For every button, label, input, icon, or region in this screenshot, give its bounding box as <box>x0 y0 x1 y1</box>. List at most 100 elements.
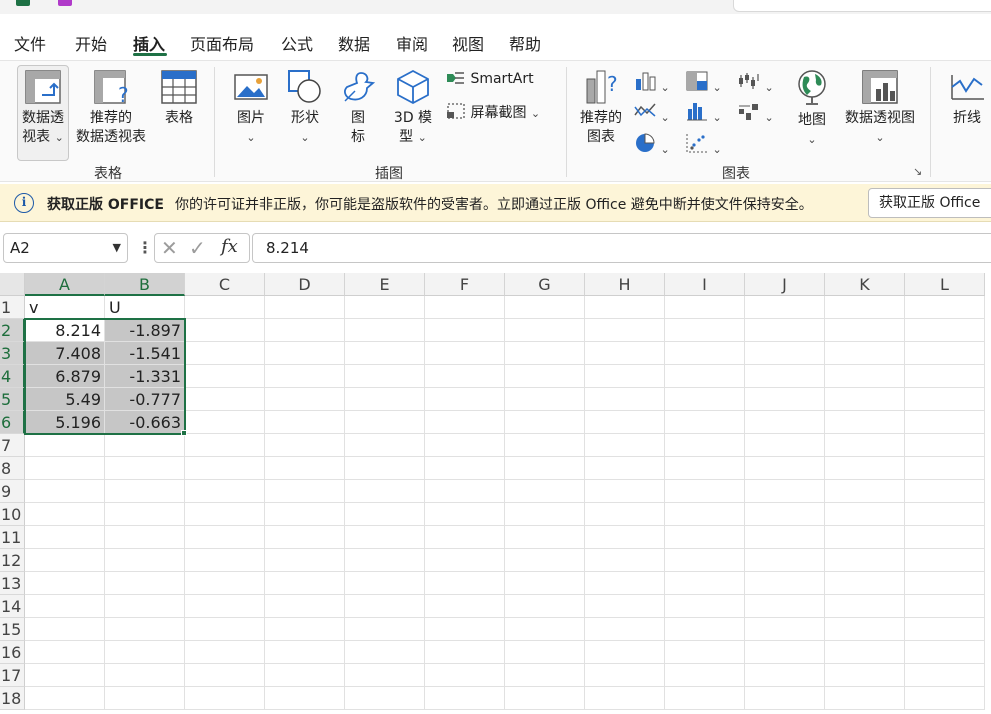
cell-b15[interactable] <box>105 618 185 641</box>
cell-i8[interactable] <box>665 457 745 480</box>
cell-d17[interactable] <box>265 664 345 687</box>
cell-d6[interactable] <box>265 411 345 434</box>
cell-e4[interactable] <box>345 365 425 388</box>
cell-f12[interactable] <box>425 549 505 572</box>
cell-d1[interactable] <box>265 296 345 319</box>
cell-a4[interactable]: 6.879 <box>25 365 105 388</box>
cell-b12[interactable] <box>105 549 185 572</box>
cell-g5[interactable] <box>505 388 585 411</box>
cell-h18[interactable] <box>585 687 665 710</box>
cell-d18[interactable] <box>265 687 345 710</box>
get-genuine-office-button[interactable]: 获取正版 Office <box>868 188 991 218</box>
cell-l1[interactable] <box>905 296 985 319</box>
cell-e2[interactable] <box>345 319 425 342</box>
cell-i17[interactable] <box>665 664 745 687</box>
cell-a2[interactable]: 8.214 <box>25 319 105 342</box>
column-header-j[interactable]: J <box>745 273 825 296</box>
cell-b9[interactable] <box>105 480 185 503</box>
cell-k1[interactable] <box>825 296 905 319</box>
row-header-3[interactable]: 3 <box>0 342 25 365</box>
cell-a8[interactable] <box>25 457 105 480</box>
cell-k14[interactable] <box>825 595 905 618</box>
cell-k7[interactable] <box>825 434 905 457</box>
cell-g2[interactable] <box>505 319 585 342</box>
cell-l6[interactable] <box>905 411 985 434</box>
cell-d11[interactable] <box>265 526 345 549</box>
cell-c12[interactable] <box>185 549 265 572</box>
cell-j4[interactable] <box>745 365 825 388</box>
combo-chart-button[interactable]: ⌄ <box>738 101 778 127</box>
cell-j10[interactable] <box>745 503 825 526</box>
column-header-g[interactable]: G <box>505 273 585 296</box>
cell-h6[interactable] <box>585 411 665 434</box>
fill-handle[interactable] <box>181 430 187 436</box>
cell-f9[interactable] <box>425 480 505 503</box>
cell-b18[interactable] <box>105 687 185 710</box>
cell-a11[interactable] <box>25 526 105 549</box>
cell-f4[interactable] <box>425 365 505 388</box>
row-header-10[interactable]: 10 <box>0 503 25 526</box>
cell-f18[interactable] <box>425 687 505 710</box>
cell-b2[interactable]: -1.897 <box>105 319 185 342</box>
cell-j14[interactable] <box>745 595 825 618</box>
cell-g10[interactable] <box>505 503 585 526</box>
cell-e8[interactable] <box>345 457 425 480</box>
cell-b7[interactable] <box>105 434 185 457</box>
column-header-b[interactable]: B <box>105 273 185 296</box>
cell-c10[interactable] <box>185 503 265 526</box>
cell-k16[interactable] <box>825 641 905 664</box>
cell-g11[interactable] <box>505 526 585 549</box>
cell-i10[interactable] <box>665 503 745 526</box>
cell-e16[interactable] <box>345 641 425 664</box>
cell-d4[interactable] <box>265 365 345 388</box>
pictures-button[interactable]: 图片 ⌄ <box>230 69 272 147</box>
cell-g8[interactable] <box>505 457 585 480</box>
cell-l17[interactable] <box>905 664 985 687</box>
cell-f1[interactable] <box>425 296 505 319</box>
cell-i2[interactable] <box>665 319 745 342</box>
quick-access-icon[interactable] <box>58 0 72 6</box>
line-chart-button[interactable]: ⌄ <box>634 101 674 127</box>
cell-h7[interactable] <box>585 434 665 457</box>
cell-a6[interactable]: 5.196 <box>25 411 105 434</box>
cell-l2[interactable] <box>905 319 985 342</box>
row-header-1[interactable]: 1 <box>0 296 25 319</box>
cell-e10[interactable] <box>345 503 425 526</box>
row-header-13[interactable]: 13 <box>0 572 25 595</box>
cell-b17[interactable] <box>105 664 185 687</box>
cell-d8[interactable] <box>265 457 345 480</box>
row-header-14[interactable]: 14 <box>0 595 25 618</box>
cell-a15[interactable] <box>25 618 105 641</box>
cell-i15[interactable] <box>665 618 745 641</box>
cell-d9[interactable] <box>265 480 345 503</box>
cell-d5[interactable] <box>265 388 345 411</box>
cell-f3[interactable] <box>425 342 505 365</box>
cell-l8[interactable] <box>905 457 985 480</box>
name-box[interactable]: A2 ▼ <box>3 233 128 263</box>
column-header-e[interactable]: E <box>345 273 425 296</box>
cell-e6[interactable] <box>345 411 425 434</box>
recommended-charts-button[interactable]: ? 推荐的 图表 <box>577 69 625 147</box>
cell-f14[interactable] <box>425 595 505 618</box>
cell-c4[interactable] <box>185 365 265 388</box>
cell-b16[interactable] <box>105 641 185 664</box>
row-header-16[interactable]: 16 <box>0 641 25 664</box>
pivot-chart-button[interactable]: 数据透视图 ⌄ <box>840 69 920 147</box>
cell-h3[interactable] <box>585 342 665 365</box>
tab-data[interactable]: 数据 <box>338 31 370 55</box>
cell-d15[interactable] <box>265 618 345 641</box>
cell-a14[interactable] <box>25 595 105 618</box>
cell-l14[interactable] <box>905 595 985 618</box>
more-options-icon[interactable]: ⋮ <box>137 238 153 257</box>
cell-l5[interactable] <box>905 388 985 411</box>
cell-d14[interactable] <box>265 595 345 618</box>
cell-c13[interactable] <box>185 572 265 595</box>
cell-j6[interactable] <box>745 411 825 434</box>
waterfall-chart-button[interactable]: ⌄ <box>738 71 778 97</box>
hierarchy-chart-button[interactable]: ⌄ <box>686 71 726 97</box>
cell-i4[interactable] <box>665 365 745 388</box>
cell-i6[interactable] <box>665 411 745 434</box>
column-header-k[interactable]: K <box>825 273 905 296</box>
column-header-f[interactable]: F <box>425 273 505 296</box>
cell-d12[interactable] <box>265 549 345 572</box>
